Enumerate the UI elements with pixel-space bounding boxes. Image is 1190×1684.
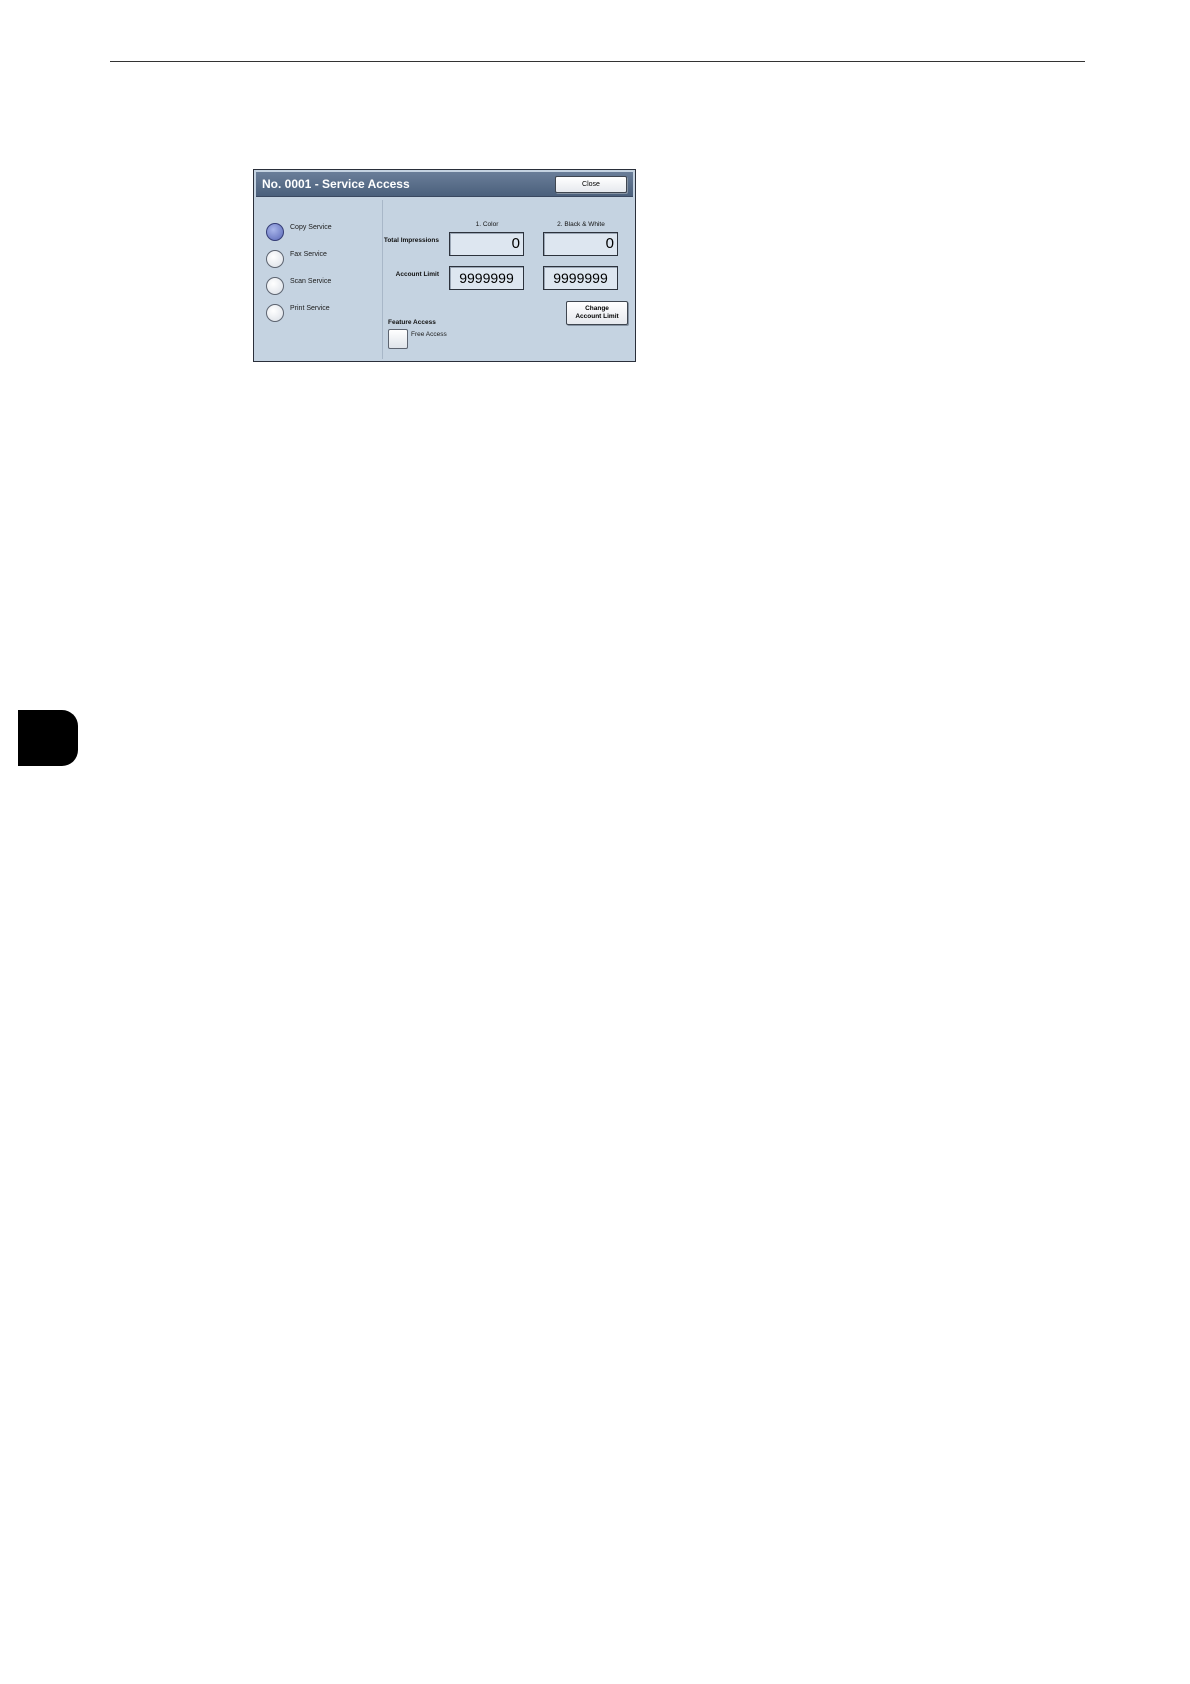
total-impressions-color-value: 0	[449, 232, 524, 256]
column-header-color: 1. Color	[475, 221, 499, 228]
row-label-total-impressions: Total Impressions	[383, 237, 439, 244]
column-header-black-white: 2. Black & White	[557, 221, 605, 228]
dialog-title: No. 0001 - Service Access	[262, 177, 410, 191]
radio-selected-icon[interactable]	[266, 223, 284, 241]
account-limit-bw-value: 9999999	[543, 266, 618, 290]
service-list: Copy Service Fax Service Scan Service Pr…	[256, 200, 382, 359]
service-option-label: Scan Service	[290, 278, 332, 285]
free-access-checkbox[interactable]	[388, 329, 408, 349]
free-access-label: Free Access	[411, 331, 447, 338]
radio-unselected-icon[interactable]	[266, 304, 284, 322]
change-button-line2: Account Limit	[575, 313, 619, 320]
service-option-label: Copy Service	[290, 224, 332, 231]
row-label-account-limit: Account Limit	[395, 271, 439, 278]
change-button-line1: Change	[585, 305, 609, 312]
total-impressions-bw-value: 0	[543, 232, 618, 256]
change-account-limit-button[interactable]: Change Account Limit	[566, 301, 628, 325]
radio-unselected-icon[interactable]	[266, 277, 284, 295]
service-option-label: Fax Service	[290, 251, 327, 258]
service-access-dialog: No. 0001 - Service Access Close Copy Ser…	[253, 169, 636, 362]
close-button[interactable]: Close	[555, 176, 627, 193]
feature-access-label: Feature Access	[388, 319, 436, 326]
page-header-rule	[110, 61, 1085, 62]
panel-divider	[382, 200, 383, 359]
chapter-tab	[18, 710, 78, 766]
radio-unselected-icon[interactable]	[266, 250, 284, 268]
account-limit-color-value: 9999999	[449, 266, 524, 290]
service-option-label: Print Service	[290, 305, 330, 312]
dialog-titlebar: No. 0001 - Service Access Close	[256, 172, 633, 197]
